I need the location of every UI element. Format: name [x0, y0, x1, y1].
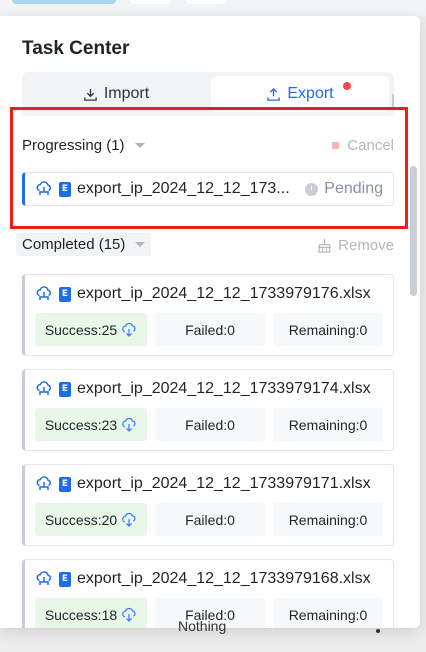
background-header [0, 0, 426, 16]
remove-label: Remove [338, 237, 394, 254]
success-label: Success:18 [44, 606, 118, 623]
panel-title: Task Center [22, 38, 130, 59]
card-file-name: export_ip_2024_12_12_1733979168.xlsx [77, 570, 371, 587]
excel-file-icon: E [59, 571, 71, 587]
completed-header: Completed (15) [22, 236, 126, 253]
card-file-name: export_ip_2024_12_12_1733979171.xlsx [77, 475, 371, 492]
completed-task-card[interactable]: Eexport_ip_2024_12_12_1733979171.xlsx Suc… [22, 464, 394, 546]
remaining-count: Remaining:0 [273, 598, 383, 628]
card-header: Eexport_ip_2024_12_12_1733979168.xlsx [35, 570, 371, 588]
completed-dropdown[interactable]: Completed (15) [16, 233, 152, 256]
card-header: Eexport_ip_2024_12_12_1733979176.xlsx [35, 285, 371, 303]
excel-file-icon: E [59, 476, 71, 492]
success-count[interactable]: Success:23 [35, 408, 147, 441]
download-icon [84, 88, 97, 101]
card-file-name: export_ip_2024_12_12_1733979174.xlsx [77, 380, 371, 397]
completed-task-card[interactable]: Eexport_ip_2024_12_12_1733979174.xlsx Suc… [22, 369, 394, 451]
card-header: Eexport_ip_2024_12_12_1733979174.xlsx [35, 380, 371, 398]
success-count[interactable]: Success:25 [35, 313, 147, 346]
remove-button[interactable]: Remove [317, 237, 394, 254]
cloud-download-icon[interactable] [121, 512, 137, 527]
cloud-download-icon[interactable] [121, 417, 137, 432]
success-label: Success:25 [44, 321, 118, 338]
success-label: Success:20 [44, 511, 118, 528]
scrollbar[interactable] [410, 166, 417, 296]
import-tab-label: Import [103, 85, 150, 102]
remaining-count: Remaining:0 [273, 408, 383, 441]
notification-dot [343, 82, 351, 90]
background-dot [376, 629, 380, 633]
excel-file-icon: E [59, 286, 71, 302]
remaining-count: Remaining:0 [273, 503, 383, 536]
failed-count: Failed:0 [155, 408, 265, 441]
excel-file-icon: E [59, 381, 71, 397]
success-count[interactable]: Success:20 [35, 503, 147, 536]
background-tab [12, 0, 116, 4]
background-tab [186, 0, 226, 4]
cloud-network-icon [36, 476, 51, 490]
background-text: Nothing [178, 618, 227, 634]
background-tab [130, 0, 172, 4]
completed-task-card[interactable]: Eexport_ip_2024_12_12_1733979176.xlsx Suc… [22, 274, 394, 356]
cloud-network-icon [36, 571, 51, 585]
card-header: Eexport_ip_2024_12_12_1733979171.xlsx [35, 475, 371, 493]
card-file-name: export_ip_2024_12_12_1733979176.xlsx [77, 285, 371, 302]
upload-icon [267, 87, 281, 101]
cloud-network-icon [36, 286, 51, 300]
cloud-download-icon[interactable] [121, 322, 137, 337]
remaining-count: Remaining:0 [273, 313, 383, 346]
broom-icon [318, 238, 332, 253]
highlight-box [10, 107, 408, 229]
cloud-download-icon[interactable] [121, 607, 137, 622]
export-tab-label: Export [287, 85, 334, 102]
success-label: Success:23 [44, 416, 118, 433]
success-count[interactable]: Success:18 [35, 598, 147, 628]
cloud-network-icon [36, 381, 51, 395]
failed-count: Failed:0 [155, 313, 265, 346]
chevron-down-icon [135, 242, 146, 247]
failed-count: Failed:0 [155, 503, 265, 536]
